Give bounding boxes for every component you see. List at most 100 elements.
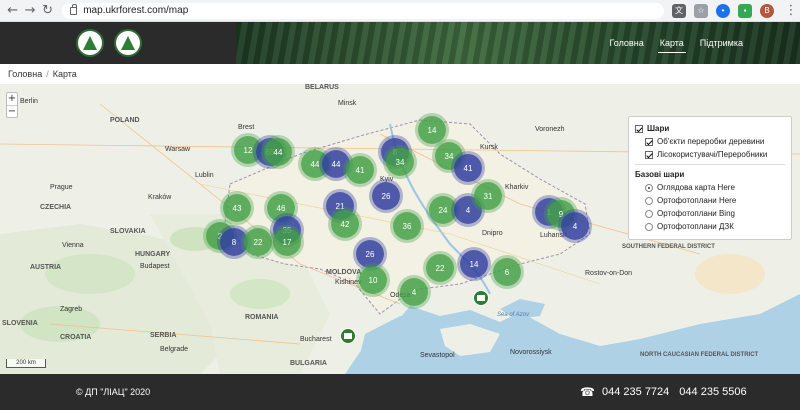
phone-number-1[interactable]: 044 235 7724 — [602, 386, 669, 398]
layers-panel: Шари Об'єкти переробки деревини Лісокори… — [628, 116, 792, 240]
bookmark-star-icon[interactable]: ☆ — [694, 3, 708, 18]
zoom-control: + − — [6, 92, 18, 118]
overlay-checkbox-processing[interactable] — [645, 137, 653, 146]
map-label-czechia: CZECHIA — [40, 204, 72, 211]
map-label-poland: POLAND — [110, 117, 140, 124]
map-cluster-marker[interactable]: 22 — [244, 228, 272, 256]
map-label-north-caucasian-fd: NORTH CAUCASIAN FEDERAL DISTRICT — [640, 352, 759, 358]
layers-divider — [635, 164, 785, 165]
map-label-voronezh: Voronezh — [535, 126, 565, 133]
map-label-brest: Brest — [238, 124, 255, 131]
map-cluster-marker[interactable]: 42 — [331, 210, 359, 238]
factory-icon[interactable] — [340, 328, 356, 344]
copyright-text: © ДП "ЛІАЦ" 2020 — [76, 387, 151, 397]
map-cluster-marker[interactable]: 43 — [223, 194, 251, 222]
map-label-sea-of-azov: Sea of Azov — [497, 312, 530, 318]
map-label-bulgaria: BULGARIA — [290, 360, 327, 367]
overlay-checkbox-users[interactable] — [645, 150, 653, 159]
map-label-berlin: Berlin — [20, 98, 38, 105]
nav-map[interactable]: Карта — [657, 34, 686, 53]
zoom-out-button[interactable]: − — [7, 105, 17, 117]
base-radio-here-ortho[interactable] — [645, 196, 653, 205]
menu-kebab-icon[interactable]: ⋮ — [782, 2, 800, 20]
browser-toolbar: ← → ↻ map.ukrforest.com/map 文 ☆ • ▪ B ⋮ — [0, 0, 800, 22]
map-label-sevastopol: Sevastopol — [420, 352, 455, 359]
map-cluster-marker[interactable]: 24 — [429, 196, 457, 224]
translate-icon[interactable]: 文 — [672, 3, 686, 18]
map-cluster-marker[interactable]: 31 — [474, 182, 502, 210]
zoom-in-button[interactable]: + — [7, 93, 17, 105]
overlay-label-processing: Об'єкти переробки деревини — [657, 137, 765, 146]
breadcrumb-home[interactable]: Головна — [8, 69, 42, 79]
map-label-prague: Prague — [50, 184, 73, 191]
base-radio-bing-ortho[interactable] — [645, 209, 653, 218]
site-header: Головна Карта Підтримка — [0, 22, 800, 64]
base-label-bing-ortho: Ортофотоплани Bing — [657, 209, 735, 218]
map-label-kishinev: Kishinev — [335, 279, 362, 286]
map-label-zagreb: Zagreb — [60, 306, 83, 313]
base-radio-here-map[interactable] — [645, 183, 653, 192]
nav-home[interactable]: Головна — [608, 34, 646, 52]
base-radio-dzk-ortho[interactable] — [645, 222, 653, 231]
map-cluster-marker[interactable]: 17 — [273, 228, 301, 256]
map-cluster-marker[interactable]: 10 — [359, 266, 387, 294]
map-label-vienna: Vienna — [62, 242, 84, 249]
map-cluster-marker[interactable]: 4 — [561, 212, 589, 240]
map-label-slovakia: SLOVAKIA — [110, 228, 146, 235]
profile-avatar[interactable]: B — [760, 3, 774, 18]
map-view[interactable]: Berlin POLAND BELARUS Minsk Warsaw CZECH… — [0, 84, 800, 374]
map-scale-bar: 200 km — [6, 359, 46, 368]
map-cluster-marker[interactable]: 34 — [386, 148, 414, 176]
extension-icon[interactable]: • — [716, 3, 730, 18]
map-cluster-marker[interactable]: 22 — [426, 254, 454, 282]
map-cluster-marker[interactable]: 14 — [460, 250, 488, 278]
reload-icon[interactable]: ↻ — [39, 2, 56, 20]
site-footer: © ДП "ЛІАЦ" 2020 ☎ 044 235 7724 044 235 … — [0, 374, 800, 410]
map-cluster-marker[interactable]: 44 — [264, 138, 292, 166]
map-cluster-marker[interactable]: 14 — [418, 116, 446, 144]
map-label-croatia: CROATIA — [60, 334, 92, 341]
map-cluster-marker[interactable]: 26 — [356, 240, 384, 268]
breadcrumb: Головна / Карта — [0, 64, 800, 84]
map-cluster-marker[interactable]: 41 — [346, 156, 374, 184]
map-label-slovenia: SLOVENIA — [2, 320, 38, 327]
forest-agency-logo[interactable] — [76, 29, 104, 57]
url-text: map.ukrforest.com/map — [83, 5, 189, 16]
map-label-hungary: HUNGARY — [135, 251, 171, 258]
breadcrumb-separator: / — [46, 69, 49, 79]
map-cluster-marker[interactable]: 36 — [393, 212, 421, 240]
map-label-kharkiv: Kharkiv — [505, 184, 529, 191]
map-label-southern-fd: SOUTHERN FEDERAL DISTRICT — [622, 244, 715, 250]
map-label-belarus: BELARUS — [305, 84, 339, 91]
map-label-warsaw: Warsaw — [165, 146, 191, 153]
map-label-bucharest: Bucharest — [300, 336, 332, 343]
map-label-rostov: Rostov-on-Don — [585, 270, 633, 277]
map-label-moldova: MOLDOVA — [326, 269, 362, 276]
forward-icon[interactable]: → — [21, 2, 38, 20]
nav-support[interactable]: Підтримка — [698, 34, 745, 52]
overlay-label-users: Лісокористувачі/Переробники — [657, 150, 768, 159]
base-label-dzk-ortho: Ортофотоплани ДЗК — [657, 222, 734, 231]
layers-group-checkbox[interactable] — [635, 124, 643, 133]
base-layers-title: Базові шари — [635, 170, 685, 179]
layers-group-title: Шари — [647, 124, 670, 133]
back-icon[interactable]: ← — [4, 2, 21, 20]
factory-icon[interactable] — [473, 290, 489, 306]
phone-number-2[interactable]: 044 235 5506 — [679, 386, 746, 398]
map-cluster-marker[interactable]: 4 — [400, 278, 428, 306]
address-bar[interactable]: map.ukrforest.com/map — [62, 2, 664, 19]
map-cluster-marker[interactable]: 6 — [493, 258, 521, 286]
lock-icon — [70, 3, 78, 15]
contact-phones: ☎ 044 235 7724 044 235 5506 — [580, 386, 747, 398]
base-label-here-map: Оглядова карта Here — [657, 183, 735, 192]
extension-icon-2[interactable]: ▪ — [738, 3, 752, 18]
map-label-belgrade: Belgrade — [160, 346, 189, 353]
map-label-austria: AUSTRIA — [30, 264, 62, 271]
main-nav: Головна Карта Підтримка — [608, 22, 746, 64]
map-cluster-marker[interactable]: 41 — [454, 154, 482, 182]
map-label-minsk: Minsk — [338, 100, 357, 107]
liac-logo[interactable] — [114, 29, 142, 57]
map-label-romania: ROMANIA — [245, 314, 279, 321]
map-cluster-marker[interactable]: 26 — [372, 182, 400, 210]
map-label-serbia: SERBIA — [150, 332, 177, 339]
